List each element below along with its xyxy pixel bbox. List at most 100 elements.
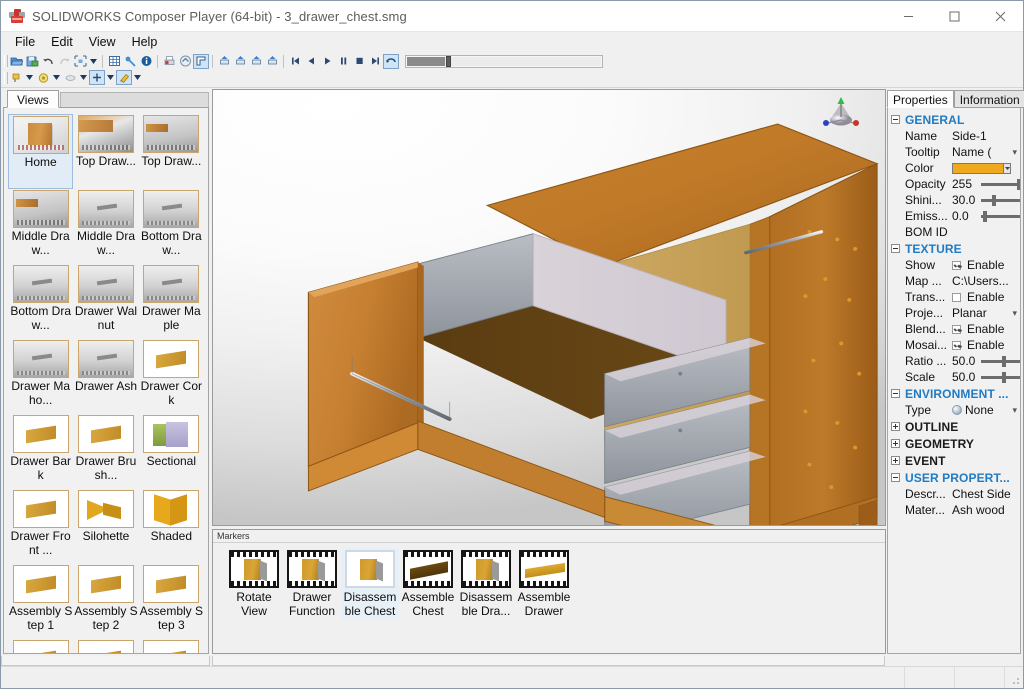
paint-icon[interactable] [116,70,132,85]
property-group-header[interactable]: ENVIRONMENT ... [888,385,1020,402]
maximize-button[interactable] [931,1,977,32]
expand-icon[interactable] [891,439,900,448]
view-item[interactable]: Top Draw... [139,114,204,189]
tab-views[interactable]: Views [7,90,59,108]
color-dropdown-caret[interactable] [1004,162,1011,174]
marker-item[interactable]: Drawer Function [283,548,341,620]
view-item[interactable]: Bottom Draw... [8,264,73,339]
property-slider[interactable] [981,194,1020,206]
expand-icon[interactable] [891,422,900,431]
color-swatch[interactable] [952,162,1004,174]
marker-item[interactable]: Disassemble Chest [341,548,399,620]
close-button[interactable] [977,1,1023,32]
view-item[interactable]: Sectional [139,414,204,489]
view-item[interactable]: Drawer Maho... [8,339,73,414]
camera-key-3-icon[interactable] [248,54,264,69]
view-item[interactable]: Drawer Ash [73,339,138,414]
print-icon[interactable] [161,54,177,69]
chevron-down-icon[interactable]: ▾ [1012,405,1020,416]
view-item[interactable]: Drawer Maple [139,264,204,339]
3d-viewport[interactable] [213,90,885,525]
property-value[interactable]: 30.0 [952,193,1020,207]
property-group-header[interactable]: OUTLINE [888,418,1020,435]
view-item[interactable]: Drawer Cork [139,339,204,414]
pin-icon[interactable] [122,54,138,69]
camera-key-1-icon[interactable] [216,54,232,69]
skip-start-icon[interactable] [287,54,303,69]
render-mode-caret[interactable] [24,70,35,85]
home-view-icon[interactable] [177,54,193,69]
markers-strip[interactable]: Rotate View Drawer Function Disassemble Ch… [213,542,885,653]
property-group-header[interactable]: USER PROPERT... [888,469,1020,486]
view-item[interactable]: Silohette [73,489,138,564]
collapse-icon[interactable] [891,115,900,124]
property-checkbox[interactable] [952,340,961,350]
menu-edit[interactable]: Edit [43,33,81,52]
skip-end-icon[interactable] [367,54,383,69]
property-value[interactable]: C:\Users... [952,274,1020,288]
property-group-header[interactable]: GEOMETRY [888,435,1020,452]
property-value[interactable]: Enable [952,338,1020,352]
collapse-icon[interactable] [891,473,900,482]
chevron-down-icon[interactable]: ▾ [1012,308,1020,319]
menu-file[interactable]: File [7,33,43,52]
marker-item[interactable]: Assemble Drawer [515,548,573,620]
view-item[interactable]: Assembly Step 4 [8,639,73,653]
render-mode-icon[interactable] [8,70,24,85]
property-value[interactable]: Ash wood [952,503,1020,517]
timeline-thumb[interactable] [446,55,451,67]
center-hscroll[interactable] [212,656,885,666]
collapse-icon[interactable] [891,389,900,398]
select-tool-icon[interactable] [193,53,209,69]
view-item[interactable]: Home [8,114,74,189]
menu-view[interactable]: View [81,33,124,52]
property-group-header[interactable]: TEXTURE [888,240,1020,257]
lighting-icon[interactable] [35,70,51,85]
property-slider[interactable] [981,371,1020,383]
property-slider[interactable] [981,355,1020,367]
undo-icon[interactable] [40,54,56,69]
property-slider[interactable] [981,210,1020,222]
shadow-caret[interactable] [78,70,89,85]
marker-item[interactable]: Disassemble Dra... [457,548,515,620]
view-item[interactable]: Drawer Bark [8,414,73,489]
open-icon[interactable] [8,54,24,69]
fit-all-icon[interactable] [72,54,88,69]
save-icon[interactable] [24,54,40,69]
view-item[interactable]: Assembly Step 1 [8,564,73,639]
property-value[interactable]: Enable [952,258,1020,272]
measure-icon[interactable] [89,70,105,85]
view-item[interactable]: Middle Draw... [73,189,138,264]
view-item[interactable]: Top Draw... [73,114,138,189]
minimize-button[interactable] [885,1,931,32]
view-item[interactable]: Drawer Walnut [73,264,138,339]
views-scroll-area[interactable]: Home Top Draw... Top Draw... Middle Draw...… [3,108,209,654]
property-value[interactable]: 50.0 [952,370,1020,384]
property-value[interactable]: None ▾ [952,403,1020,417]
stop-icon[interactable] [351,54,367,69]
property-value[interactable]: Enable [952,322,1020,336]
property-value[interactable]: Chest Side [952,487,1020,501]
view-item[interactable]: Drawer Brush... [73,414,138,489]
expand-icon[interactable] [891,456,900,465]
camera-key-2-icon[interactable] [232,54,248,69]
view-orientation-gizmo[interactable] [819,93,863,137]
view-item[interactable]: Shaded [139,489,204,564]
resize-grip[interactable] [1005,667,1023,688]
step-back-icon[interactable] [303,54,319,69]
fit-dropdown-caret[interactable] [88,54,99,69]
property-value[interactable]: Enable [952,290,1020,304]
camera-key-4-icon[interactable] [264,54,280,69]
properties-content[interactable]: GENERAL Name Side-1 Tooltip Name (▾ Color Opac… [887,108,1021,654]
info-icon[interactable] [138,54,154,69]
view-item[interactable]: Assembly Step 6 [139,639,204,653]
property-group-header[interactable]: EVENT [888,452,1020,469]
property-checkbox[interactable] [952,260,961,270]
view-item[interactable]: Drawer Front ... [8,489,73,564]
property-checkbox[interactable] [952,324,961,334]
grid-icon[interactable] [106,54,122,69]
tab-properties[interactable]: Properties [887,90,954,108]
property-value[interactable] [952,162,1020,174]
marker-item[interactable]: Rotate View [225,548,283,620]
property-value[interactable]: 0.0 [952,209,1020,223]
